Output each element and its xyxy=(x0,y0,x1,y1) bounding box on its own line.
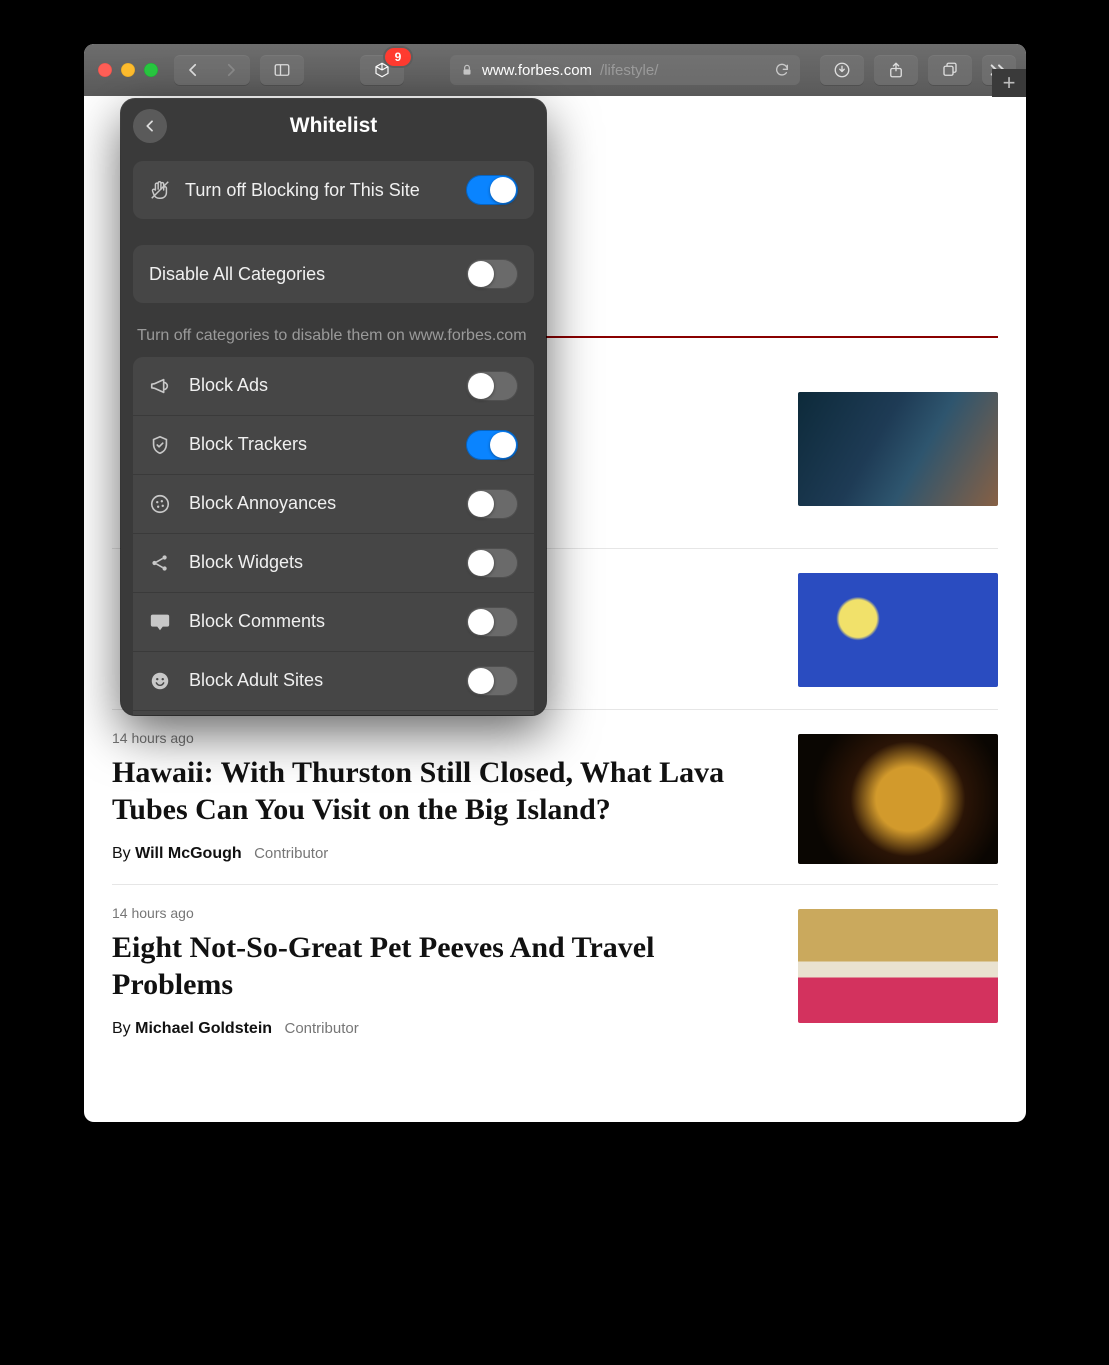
category-hint: Turn off categories to disable them on w… xyxy=(137,325,530,347)
category-label: Block Comments xyxy=(189,611,450,632)
forward-button[interactable] xyxy=(212,55,250,85)
downloads-button[interactable] xyxy=(820,55,864,85)
cookie-icon xyxy=(149,493,173,515)
tabs-icon xyxy=(941,61,959,79)
category-toggle[interactable] xyxy=(466,548,518,578)
smiley-icon xyxy=(149,670,173,692)
sidebar-icon xyxy=(273,61,291,79)
category-toggle[interactable] xyxy=(466,371,518,401)
nav-buttons xyxy=(174,55,250,85)
maximize-window-button[interactable] xyxy=(144,63,158,77)
article-title[interactable]: Eight Not-So-Great Pet Peeves And Travel… xyxy=(112,929,762,1004)
turn-off-blocking-label: Turn off Blocking for This Site xyxy=(185,180,452,201)
article-byline: By Will McGough Contributor xyxy=(112,845,762,863)
disable-all-card: Disable All Categories xyxy=(133,245,534,303)
category-label: Block Trackers xyxy=(189,434,450,455)
article-author[interactable]: Michael Goldstein xyxy=(135,1020,272,1037)
category-row: Block Annoyances xyxy=(133,475,534,534)
chevron-right-icon xyxy=(222,61,240,79)
category-row: Block Widgets xyxy=(133,534,534,593)
article-thumbnail[interactable] xyxy=(798,573,998,687)
article-byline: By Michael Goldstein Contributor xyxy=(112,1020,762,1038)
category-label: Block Widgets xyxy=(189,552,450,573)
whitelist-popover: Whitelist Turn off Blocking for This Sit… xyxy=(121,99,546,715)
category-toggle[interactable] xyxy=(466,430,518,460)
category-label: Block Ads xyxy=(189,375,450,396)
popover-title: Whitelist xyxy=(121,114,546,138)
disable-all-label: Disable All Categories xyxy=(149,264,452,285)
article-thumbnail[interactable] xyxy=(798,909,998,1023)
author-role: Contributor xyxy=(254,845,328,862)
share-icon xyxy=(887,61,905,79)
back-button[interactable] xyxy=(174,55,212,85)
shield-icon xyxy=(149,434,173,456)
window-controls xyxy=(98,63,158,77)
article-thumbnail[interactable] xyxy=(798,392,998,506)
toolbar: 9 www.forbes.com/lifestyle/ xyxy=(84,44,1026,96)
article-title[interactable]: Hawaii: With Thurston Still Closed, What… xyxy=(112,754,762,829)
article: 14 hours ago Eight Not-So-Great Pet Peev… xyxy=(112,885,998,1058)
close-window-button[interactable] xyxy=(98,63,112,77)
tabs-button[interactable] xyxy=(928,55,972,85)
download-icon xyxy=(833,61,851,79)
disable-all-toggle[interactable] xyxy=(466,259,518,289)
category-row: Block Trackers xyxy=(133,416,534,475)
category-row: Block Comments xyxy=(133,593,534,652)
category-row: Block Adult Sites xyxy=(133,652,534,711)
reload-icon[interactable] xyxy=(774,62,790,78)
share-button[interactable] xyxy=(874,55,918,85)
article: 14 hours ago Hawaii: With Thurston Still… xyxy=(112,710,998,885)
article-time: 14 hours ago xyxy=(112,905,762,921)
category-row: Block Ads xyxy=(133,357,534,416)
popover-header: Whitelist xyxy=(121,99,546,153)
extension-badge: 9 xyxy=(385,48,411,66)
category-toggle[interactable] xyxy=(466,607,518,637)
category-label: Block Annoyances xyxy=(189,493,450,514)
article-author[interactable]: Will McGough xyxy=(135,845,242,862)
url-host: www.forbes.com xyxy=(482,62,592,79)
article-thumbnail[interactable] xyxy=(798,734,998,864)
chevron-left-icon xyxy=(184,61,202,79)
chat-icon xyxy=(149,611,173,633)
category-toggle[interactable] xyxy=(466,489,518,519)
article-time: 14 hours ago xyxy=(112,730,762,746)
category-list: Block Ads Block Trackers Block Annoyances B… xyxy=(133,357,534,715)
turn-off-blocking-card: Turn off Blocking for This Site xyxy=(133,161,534,219)
megaphone-icon xyxy=(149,375,173,397)
share-icon xyxy=(149,552,173,574)
category-label: Block Adult Sites xyxy=(189,670,450,691)
category-toggle[interactable] xyxy=(466,666,518,696)
category-row: Regional Rules xyxy=(133,711,534,715)
lock-icon xyxy=(460,63,474,77)
minimize-window-button[interactable] xyxy=(121,63,135,77)
sidebar-button[interactable] xyxy=(260,55,304,85)
extension-button[interactable]: 9 xyxy=(360,55,404,85)
author-role: Contributor xyxy=(285,1020,359,1037)
new-tab-button[interactable]: + xyxy=(992,69,1026,97)
hand-icon xyxy=(149,179,171,201)
address-bar[interactable]: www.forbes.com/lifestyle/ xyxy=(450,55,800,85)
turn-off-blocking-toggle[interactable] xyxy=(466,175,518,205)
url-path: /lifestyle/ xyxy=(600,62,658,79)
